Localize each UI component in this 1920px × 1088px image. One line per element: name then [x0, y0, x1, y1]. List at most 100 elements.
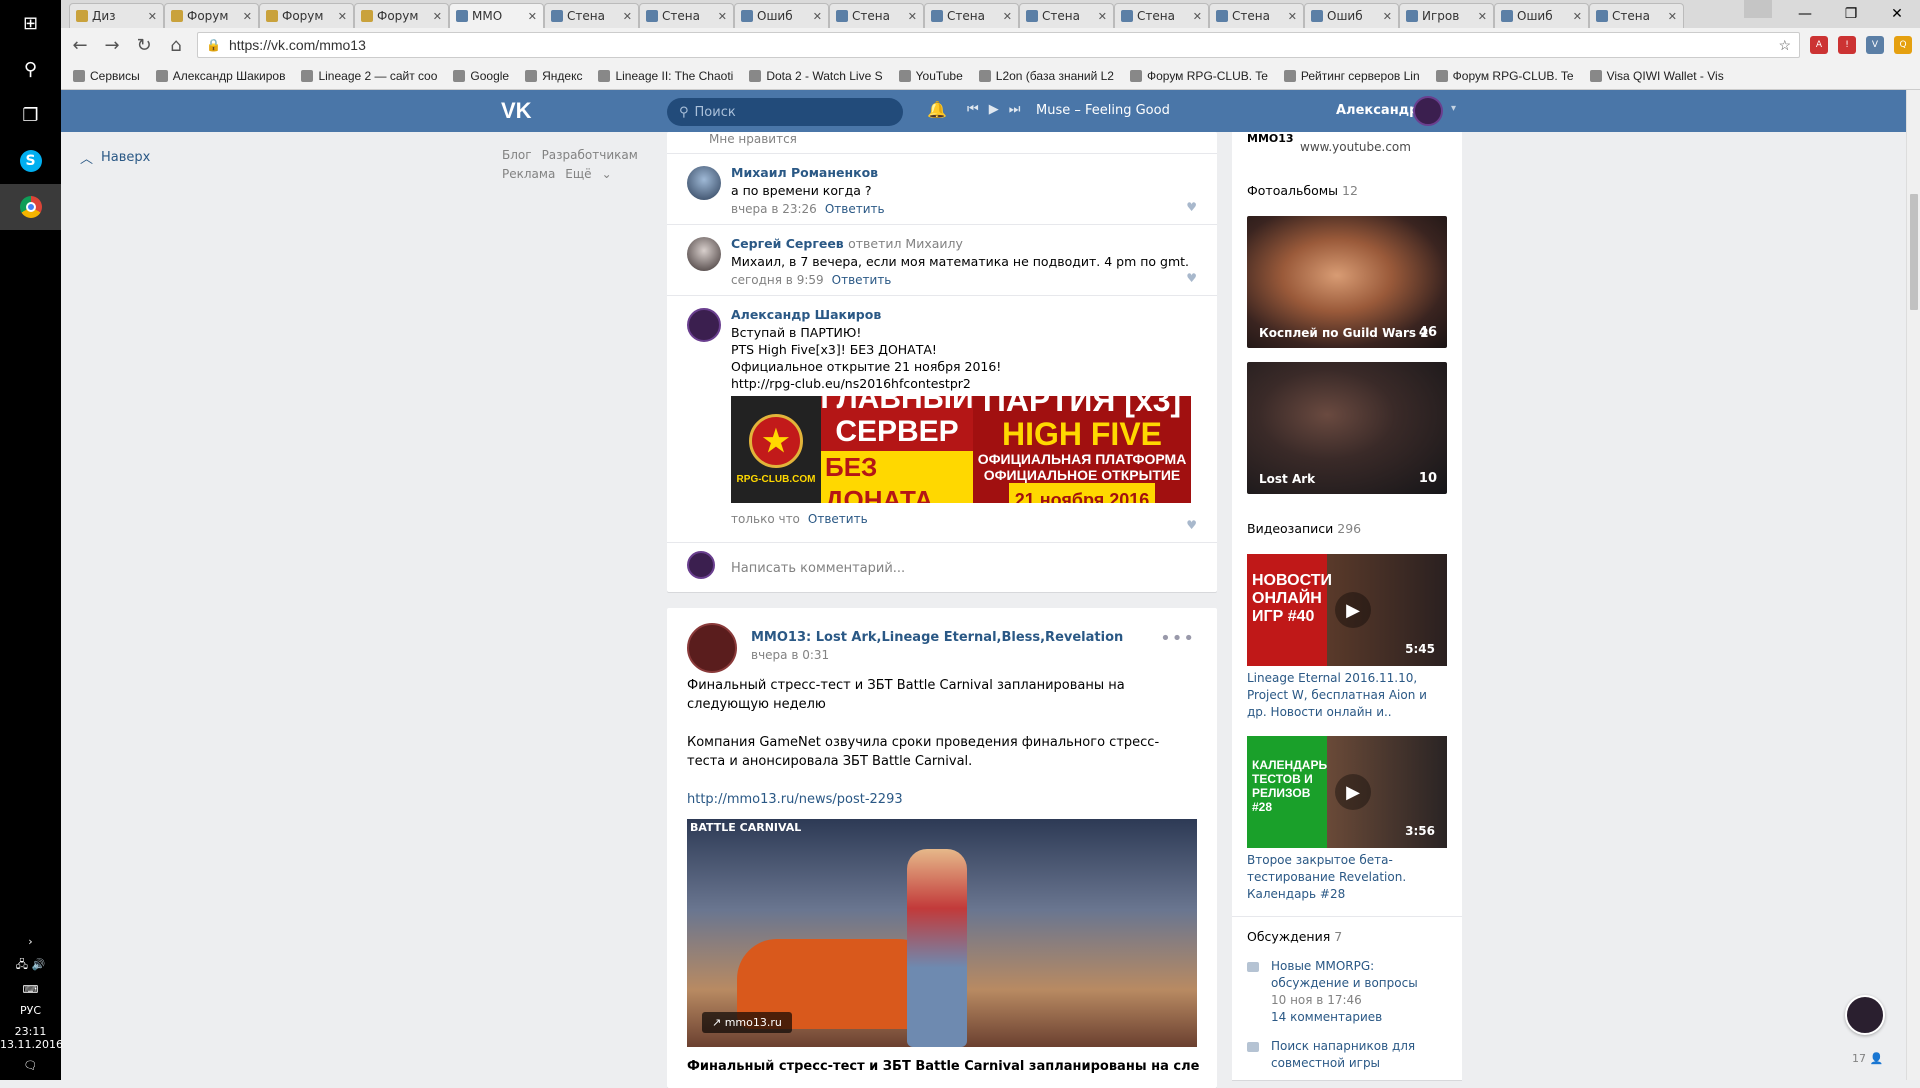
- video-title[interactable]: Lineage Eternal 2016.11.10, Project W, б…: [1247, 670, 1447, 721]
- avatar[interactable]: [687, 308, 721, 342]
- search-input[interactable]: ⚲ Поиск: [667, 98, 903, 126]
- write-comment-input[interactable]: Написать комментарий...: [667, 543, 1217, 593]
- header-user-name[interactable]: Александр: [1336, 103, 1419, 118]
- close-tab-icon[interactable]: ✕: [1098, 10, 1107, 23]
- video-thumbnail[interactable]: НОВОСТИ ОНЛАЙН ИГР #40 ▶ 5:45: [1247, 554, 1447, 666]
- albums-section-title[interactable]: Фотоальбомы 12: [1232, 182, 1373, 200]
- chrome-icon[interactable]: [0, 184, 61, 230]
- extension-qiwi-icon[interactable]: Q: [1894, 36, 1912, 54]
- minimize-icon[interactable]: —: [1782, 0, 1828, 28]
- video-thumbnail[interactable]: КАЛЕНДАРЬ ТЕСТОВ И РЕЛИЗОВ #28 ▶ 3:56: [1247, 736, 1447, 848]
- page-scrollbar[interactable]: [1906, 90, 1920, 1080]
- close-tab-icon[interactable]: ✕: [623, 10, 632, 23]
- browser-tab[interactable]: Стена ✕: [924, 3, 1019, 28]
- discussion-title[interactable]: Поиск напарников для совместной игры: [1247, 1038, 1447, 1072]
- reload-icon[interactable]: ↻: [133, 35, 155, 56]
- reply-button[interactable]: Ответить: [832, 273, 892, 287]
- heart-icon[interactable]: ♥: [1186, 271, 1197, 285]
- comment-time[interactable]: только что: [731, 512, 800, 526]
- windows-start-icon[interactable]: ⊞: [0, 0, 61, 46]
- video-title[interactable]: Второе закрытое бета-тестирование Revela…: [1247, 852, 1447, 903]
- browser-tab[interactable]: Стена ✕: [1114, 3, 1209, 28]
- discussion-item[interactable]: Новые MMORPG: обсуждение и вопросы 10 но…: [1247, 958, 1447, 1026]
- close-tab-icon[interactable]: ✕: [1003, 10, 1012, 23]
- back-to-top-button[interactable]: ︿ Наверх: [80, 148, 150, 167]
- browser-tab[interactable]: Стена ✕: [1209, 3, 1304, 28]
- language-indicator[interactable]: РУС: [0, 1004, 61, 1017]
- extension-vk-icon[interactable]: V: [1866, 36, 1884, 54]
- bookmark-item[interactable]: Рейтинг серверов Lin: [1283, 69, 1420, 83]
- browser-tab[interactable]: MMO ✕: [449, 3, 544, 28]
- prev-track-icon[interactable]: ⏮: [967, 102, 979, 117]
- comment-time[interactable]: вчера в 23:26: [731, 202, 817, 216]
- close-icon[interactable]: ✕: [1874, 0, 1920, 28]
- comment-time[interactable]: сегодня в 9:59: [731, 273, 824, 287]
- post-date[interactable]: вчера в 0:31: [751, 648, 829, 662]
- browser-tab[interactable]: Форум ✕: [354, 3, 449, 28]
- extension-notify-icon[interactable]: !: [1838, 36, 1856, 54]
- link-developers[interactable]: Разработчикам: [542, 148, 638, 162]
- source-badge[interactable]: ↗ mmo13.ru: [702, 1012, 792, 1033]
- close-tab-icon[interactable]: ✕: [1668, 10, 1677, 23]
- post-author[interactable]: MMO13: Lost Ark,Lineage Eternal,Bless,Re…: [751, 630, 1123, 645]
- browser-tab[interactable]: Ошиб ✕: [734, 3, 829, 28]
- avatar[interactable]: [1413, 96, 1443, 126]
- browser-tab[interactable]: Стена ✕: [829, 3, 924, 28]
- tray-expand-icon[interactable]: ›: [0, 935, 61, 948]
- home-icon[interactable]: ⌂: [165, 35, 187, 56]
- bookmark-item[interactable]: Lineage II: The Chaoti: [598, 69, 733, 83]
- bookmark-item[interactable]: Яндекс: [525, 69, 582, 83]
- search-icon[interactable]: ⚲: [0, 46, 61, 92]
- online-friends-count[interactable]: 17 👤: [1852, 1052, 1883, 1065]
- browser-tab[interactable]: Форум ✕: [259, 3, 354, 28]
- browser-tab[interactable]: Диз ✕: [69, 3, 164, 28]
- play-icon[interactable]: ▶: [1335, 592, 1371, 628]
- network-volume-icons[interactable]: 🖧 🔊: [0, 956, 61, 975]
- reply-to-label[interactable]: ответил Михаилу: [848, 236, 963, 251]
- close-tab-icon[interactable]: ✕: [528, 10, 537, 23]
- comment-author[interactable]: Михаил Романенков: [731, 164, 1197, 182]
- top-link[interactable]: www.youtube.com: [1300, 140, 1411, 154]
- avatar[interactable]: [687, 166, 721, 200]
- bookmark-item[interactable]: Александр Шакиров: [155, 69, 285, 83]
- close-tab-icon[interactable]: ✕: [1193, 10, 1202, 23]
- bookmark-item[interactable]: Форум RPG-CLUB. Te: [1435, 69, 1574, 83]
- link-ads[interactable]: Реклама: [502, 167, 555, 181]
- discussion-comments[interactable]: 14 комментариев: [1247, 1009, 1447, 1026]
- more-options-icon[interactable]: •••: [1160, 628, 1195, 649]
- close-tab-icon[interactable]: ✕: [243, 10, 252, 23]
- scroll-thumb[interactable]: [1910, 194, 1918, 310]
- back-icon[interactable]: ←: [69, 35, 91, 56]
- chat-avatar[interactable]: [1845, 995, 1885, 1035]
- discussion-title[interactable]: Новые MMORPG: обсуждение и вопросы: [1247, 958, 1447, 992]
- profile-icon[interactable]: [1744, 0, 1772, 18]
- task-view-icon[interactable]: ❐: [0, 92, 61, 138]
- url-input[interactable]: 🔒 https://vk.com/mmo13 ☆: [197, 32, 1800, 58]
- bookmark-star-icon[interactable]: ☆: [1778, 37, 1791, 54]
- skype-icon[interactable]: S: [0, 138, 61, 184]
- like-line[interactable]: Мне нравится: [667, 132, 1217, 154]
- avatar[interactable]: [687, 623, 737, 673]
- heart-icon[interactable]: ♥: [1186, 200, 1197, 214]
- maximize-icon[interactable]: ❐: [1828, 0, 1874, 28]
- album-tile[interactable]: Косплей по Guild Wars 2 46: [1247, 216, 1447, 348]
- link-more[interactable]: Ещё: [565, 167, 591, 181]
- close-tab-icon[interactable]: ✕: [433, 10, 442, 23]
- discussion-item[interactable]: Поиск напарников для совместной игры: [1247, 1038, 1447, 1072]
- chevron-down-icon[interactable]: ▾: [1451, 103, 1456, 114]
- now-playing-track[interactable]: Muse – Feeling Good: [1036, 103, 1170, 118]
- close-tab-icon[interactable]: ✕: [1573, 10, 1582, 23]
- close-tab-icon[interactable]: ✕: [148, 10, 157, 23]
- browser-tab[interactable]: Стена ✕: [639, 3, 734, 28]
- post-caption[interactable]: Финальный стресс-тест и ЗБТ Battle Carni…: [667, 1047, 1217, 1074]
- videos-section-title[interactable]: Видеозаписи 296: [1232, 520, 1376, 538]
- comment-link[interactable]: http://rpg-club.eu/ns2016hfcontestpr2: [731, 375, 1197, 392]
- vk-logo[interactable]: VK: [501, 98, 532, 124]
- bookmark-item[interactable]: Lineage 2 — сайт coo: [301, 69, 437, 83]
- close-tab-icon[interactable]: ✕: [718, 10, 727, 23]
- browser-tab[interactable]: Форум ✕: [164, 3, 259, 28]
- bookmark-item[interactable]: L2on (база знаний L2: [978, 69, 1114, 83]
- post-link[interactable]: http://mmo13.ru/news/post-2293: [687, 790, 1197, 809]
- next-track-icon[interactable]: ⏭: [1009, 102, 1021, 117]
- link-blog[interactable]: Блог: [502, 148, 532, 162]
